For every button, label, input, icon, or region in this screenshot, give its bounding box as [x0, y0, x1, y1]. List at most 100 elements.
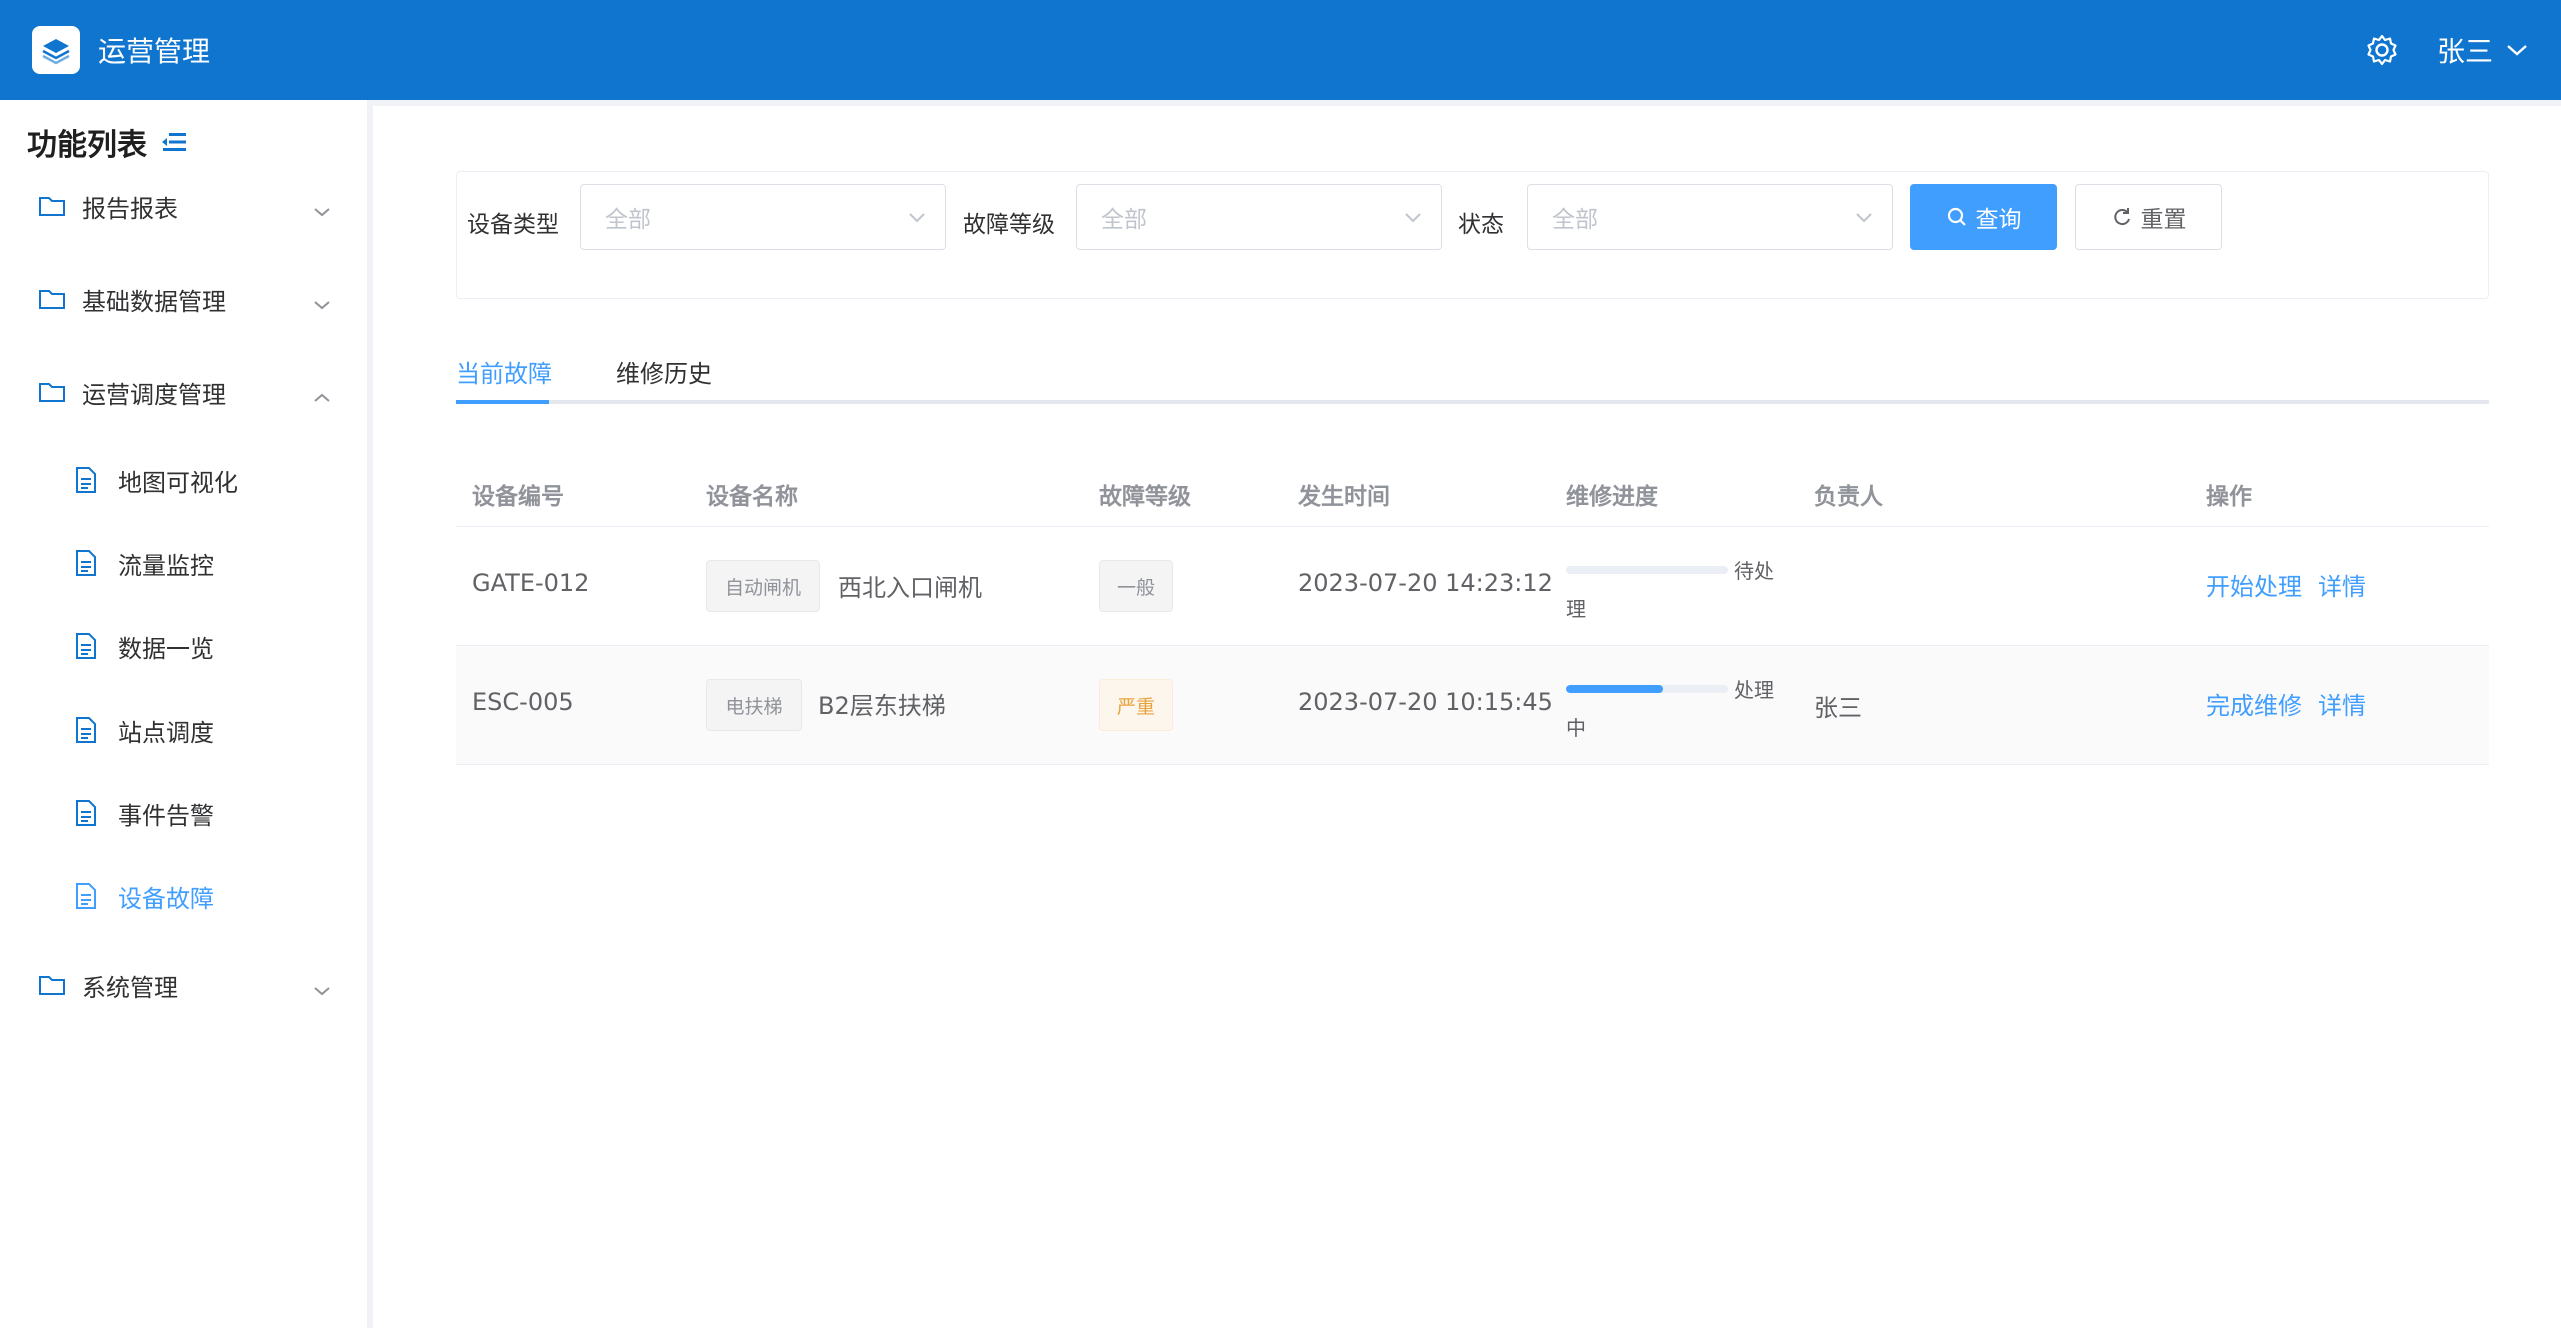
tab-active-indicator: [456, 400, 549, 404]
document-icon: [74, 882, 102, 910]
device-id: GATE-012: [472, 569, 590, 597]
folder-icon: [38, 285, 66, 313]
sidebar-title: 功能列表: [27, 120, 187, 164]
folder-icon: [38, 378, 66, 406]
status-label: 状态: [1458, 212, 1504, 238]
start-processing-link[interactable]: 开始处理: [2206, 567, 2302, 602]
sidebar-item-device-fault[interactable]: 设备故障: [0, 866, 367, 926]
sidebar-item-label: 事件告警: [118, 801, 214, 830]
sidebar-item-label: 站点调度: [118, 718, 214, 747]
sidebar-item-data-overview[interactable]: 数据一览: [0, 616, 367, 676]
complete-repair-link[interactable]: 完成维修: [2206, 686, 2302, 721]
column-header: 负责人: [1814, 484, 1883, 510]
document-icon: [74, 632, 102, 660]
document-icon: [74, 466, 102, 494]
reset-button[interactable]: 重置: [2075, 184, 2222, 250]
chevron-down-icon: [907, 209, 927, 225]
tab-current-faults[interactable]: 当前故障: [456, 342, 552, 400]
sidebar-item-label: 设备故障: [118, 884, 214, 913]
progress-status-wrap: 中: [1566, 716, 1586, 740]
sidebar-item-system[interactable]: 系统管理: [0, 955, 367, 1015]
sidebar-item-label: 数据一览: [118, 634, 214, 663]
header-right: 张三: [2365, 30, 2529, 70]
sidebar-item-flow-monitor[interactable]: 流量监控: [0, 533, 367, 593]
occurrence-time: 2023-07-20 14:23:12: [1298, 569, 1553, 597]
repair-progress-fill: [1566, 685, 1664, 693]
refresh-icon: [2111, 206, 2133, 228]
device-id: ESC-005: [472, 688, 574, 716]
chevron-down-icon: [1854, 209, 1874, 225]
reset-button-label: 重置: [2140, 207, 2187, 233]
query-button[interactable]: 查询: [1910, 184, 2057, 250]
column-header: 设备编号: [472, 484, 564, 510]
select-value: 全部: [605, 207, 651, 233]
chevron-down-icon: [312, 196, 332, 224]
chevron-down-icon: [1403, 209, 1423, 225]
chevron-up-icon: [312, 382, 332, 410]
document-icon: [74, 716, 102, 744]
progress-status: 待处: [1734, 559, 1774, 583]
document-icon: [74, 799, 102, 827]
tabs-divider: [456, 400, 2489, 404]
document-icon: [74, 549, 102, 577]
search-icon: [1946, 206, 1968, 228]
chevron-down-icon: [312, 975, 332, 1003]
device-name: 西北入口闸机: [838, 574, 982, 602]
sidebar-item-ops-dispatch[interactable]: 运营调度管理: [0, 362, 367, 422]
progress-status-wrap: 理: [1566, 597, 1586, 621]
select-value: 全部: [1552, 207, 1598, 233]
sidebar-item-base-data[interactable]: 基础数据管理: [0, 269, 367, 329]
settings-icon[interactable]: [2365, 33, 2399, 67]
app-logo: [32, 26, 80, 74]
device-type-label: 设备类型: [467, 212, 559, 238]
owner: 张三: [1814, 694, 1862, 722]
detail-link[interactable]: 详情: [2318, 567, 2366, 602]
app-title: 运营管理: [98, 35, 211, 68]
sidebar-item-station-dispatch[interactable]: 站点调度: [0, 700, 367, 760]
tabs: 当前故障 维修历史: [456, 342, 2489, 404]
filter-panel: 设备类型 全部 故障等级 全部 状态 全部 查询 重置: [456, 171, 2489, 299]
chevron-down-icon[interactable]: [2505, 42, 2529, 58]
device-type-select[interactable]: 全部: [580, 184, 946, 250]
column-header: 操作: [2206, 484, 2252, 510]
table-row: ESC-005 电扶梯 B2层东扶梯 严重 2023-07-20 10:15:4…: [456, 646, 2489, 765]
query-button-label: 查询: [1975, 207, 2022, 233]
tab-repair-history[interactable]: 维修历史: [616, 342, 712, 400]
progress-status: 处理: [1734, 678, 1774, 702]
sidebar-item-label: 地图可视化: [118, 468, 238, 497]
main-content: 设备类型 全部 故障等级 全部 状态 全部 查询 重置 当前故障 维修历史 设备…: [373, 106, 2561, 1328]
column-header: 设备名称: [706, 484, 798, 510]
sidebar-item-label: 基础数据管理: [82, 287, 226, 316]
detail-link[interactable]: 详情: [2318, 686, 2366, 721]
layers-icon: [42, 39, 70, 65]
sidebar: 功能列表 报告报表 基础数据管理 运营调度管理 地图可视化 流量监控 数据一览 …: [0, 100, 367, 1328]
sidebar-item-label: 流量监控: [118, 551, 214, 580]
sidebar-item-label: 运营调度管理: [82, 380, 226, 409]
user-menu[interactable]: 张三: [2437, 30, 2493, 70]
folder-icon: [38, 192, 66, 220]
device-type-tag: 电扶梯: [706, 679, 802, 731]
sidebar-item-map-visualization[interactable]: 地图可视化: [0, 450, 367, 510]
repair-progress-bar: [1566, 685, 1728, 693]
device-type-tag: 自动闸机: [706, 560, 820, 612]
column-header: 故障等级: [1099, 484, 1191, 510]
repair-progress-bar: [1566, 566, 1728, 574]
sidebar-item-event-alarm[interactable]: 事件告警: [0, 783, 367, 843]
fault-table: 设备编号 设备名称 故障等级 发生时间 维修进度 负责人 操作 GATE-012…: [456, 451, 2489, 765]
table-row: GATE-012 自动闸机 西北入口闸机 一般 2023-07-20 14:23…: [456, 527, 2489, 646]
sidebar-item-reports[interactable]: 报告报表: [0, 176, 367, 236]
menu-collapse-icon[interactable]: [161, 130, 187, 154]
column-header: 维修进度: [1566, 484, 1658, 510]
occurrence-time: 2023-07-20 10:15:45: [1298, 688, 1553, 716]
sidebar-item-label: 报告报表: [82, 194, 178, 223]
status-select[interactable]: 全部: [1527, 184, 1893, 250]
device-name: B2层东扶梯: [818, 692, 946, 720]
fault-level-select[interactable]: 全部: [1076, 184, 1442, 250]
folder-icon: [38, 971, 66, 999]
table-header: 设备编号 设备名称 故障等级 发生时间 维修进度 负责人 操作: [456, 451, 2489, 527]
sidebar-item-label: 系统管理: [82, 973, 178, 1002]
fault-level-tag: 严重: [1099, 679, 1173, 731]
column-header: 发生时间: [1298, 484, 1390, 510]
select-value: 全部: [1101, 207, 1147, 233]
sidebar-title-text: 功能列表: [27, 128, 147, 163]
